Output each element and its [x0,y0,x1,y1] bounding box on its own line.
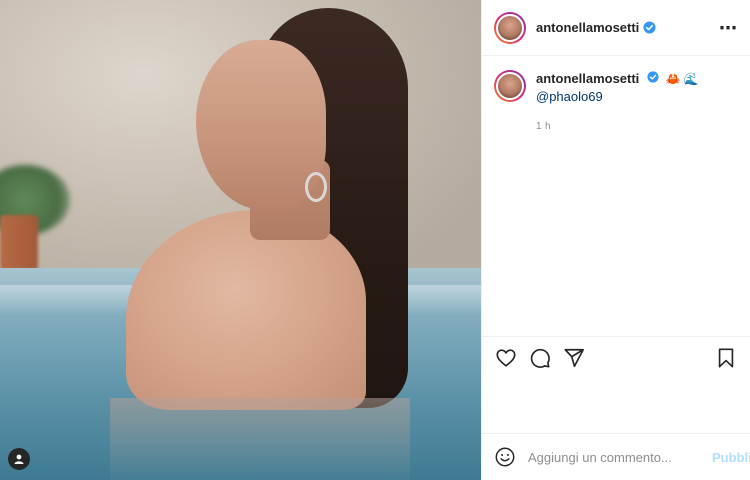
more-options-icon[interactable]: ⋯ [719,19,738,37]
caption-timestamp[interactable]: 1 h [536,118,698,136]
emoji-picker-icon[interactable] [494,445,516,469]
caption-comment: antonellamosetti 🦀 🌊 @phaolo69 1 h [494,70,738,136]
paper-plane-icon[interactable] [562,346,586,370]
action-bar [482,336,750,378]
instagram-post: antonellamosetti ⋯ antonellamosetti 🦀 🌊 … [0,0,750,480]
post-photo[interactable] [0,0,481,480]
mention-link[interactable]: @phaolo69 [536,88,698,106]
author-username[interactable]: antonellamosetti [536,20,639,35]
author-avatar[interactable] [494,11,526,44]
tagged-user-icon[interactable] [8,448,30,470]
caption-body: antonellamosetti 🦀 🌊 @phaolo69 1 h [536,70,698,136]
heart-icon[interactable] [494,346,518,370]
caption-avatar[interactable] [494,70,526,102]
verified-badge-icon [643,21,656,34]
comment-input[interactable] [528,449,704,465]
crab-emoji: 🦀 [665,72,681,86]
likes-section [482,378,750,434]
add-comment-bar: Pubblica [482,434,750,480]
bookmark-icon[interactable] [714,346,738,370]
post-side-panel: antonellamosetti ⋯ antonellamosetti 🦀 🌊 … [481,0,750,480]
verified-badge-icon [647,71,659,83]
photo-underwater [110,398,410,480]
photo-earring [305,172,327,202]
post-header: antonellamosetti ⋯ [482,0,750,56]
caption-username[interactable]: antonellamosetti [536,71,639,86]
publish-button[interactable]: Pubblica [712,450,750,465]
comment-icon[interactable] [528,346,552,370]
comments-area: antonellamosetti 🦀 🌊 @phaolo69 1 h [482,56,750,336]
photo-pot [0,215,38,270]
wave-emoji: 🌊 [683,72,699,86]
